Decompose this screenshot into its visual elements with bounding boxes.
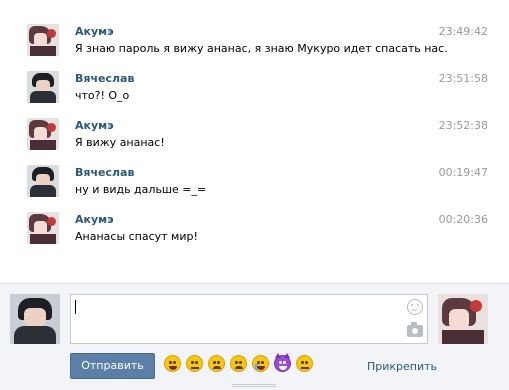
message-item: Вячеслав что?! О_о 23:51:58 bbox=[0, 47, 509, 103]
neutral-emoji-icon[interactable] bbox=[296, 355, 313, 372]
message-history: Акумэ Я знаю пароль я вижу ананас, я зна… bbox=[0, 0, 509, 283]
message-text: Ананасы спасут мир! bbox=[75, 230, 198, 243]
message-author[interactable]: Акумэ bbox=[75, 119, 114, 132]
message-author[interactable]: Вячеслав bbox=[75, 72, 134, 85]
message-time[interactable]: 23:49:42 bbox=[439, 25, 488, 38]
cry-emoji-icon[interactable] bbox=[252, 355, 269, 372]
message-time[interactable]: 00:20:36 bbox=[439, 213, 488, 226]
message-item: Акумэ Я вижу ананас! 23:52:38 bbox=[0, 94, 509, 150]
peer-avatar[interactable] bbox=[438, 294, 488, 344]
message-time[interactable]: 00:19:47 bbox=[439, 166, 488, 179]
my-avatar[interactable] bbox=[10, 294, 60, 344]
blush-emoji-icon[interactable] bbox=[186, 355, 203, 372]
sad-emoji-icon[interactable] bbox=[208, 355, 225, 372]
resize-grip[interactable] bbox=[232, 384, 276, 388]
message-time[interactable]: 23:51:58 bbox=[439, 72, 488, 85]
message-input-box[interactable] bbox=[70, 294, 428, 344]
attach-link[interactable]: Прикрепить bbox=[367, 360, 437, 373]
message-author[interactable]: Акумэ bbox=[75, 25, 114, 38]
camera-icon[interactable] bbox=[407, 322, 423, 337]
message-author[interactable]: Акумэ bbox=[75, 213, 114, 226]
devil-emoji-icon[interactable] bbox=[274, 353, 291, 372]
composer-panel: Отправить Прикрепить bbox=[0, 284, 509, 390]
text-cursor bbox=[75, 300, 76, 314]
author-avatar[interactable] bbox=[27, 212, 59, 244]
message-input[interactable] bbox=[71, 295, 427, 343]
tired-emoji-icon[interactable] bbox=[230, 355, 247, 372]
message-author[interactable]: Вячеслав bbox=[75, 166, 134, 179]
message-item: Акумэ Я знаю пароль я вижу ананас, я зна… bbox=[0, 0, 509, 56]
grin-emoji-icon[interactable] bbox=[164, 355, 181, 372]
message-time[interactable]: 23:52:38 bbox=[439, 119, 488, 132]
message-item: Вячеслав ну и видь дальше =_= 00:19:47 bbox=[0, 141, 509, 197]
send-button[interactable]: Отправить bbox=[70, 353, 155, 379]
smiley-icon[interactable] bbox=[407, 299, 423, 315]
message-item: Акумэ Ананасы спасут мир! 00:20:36 bbox=[0, 188, 509, 244]
